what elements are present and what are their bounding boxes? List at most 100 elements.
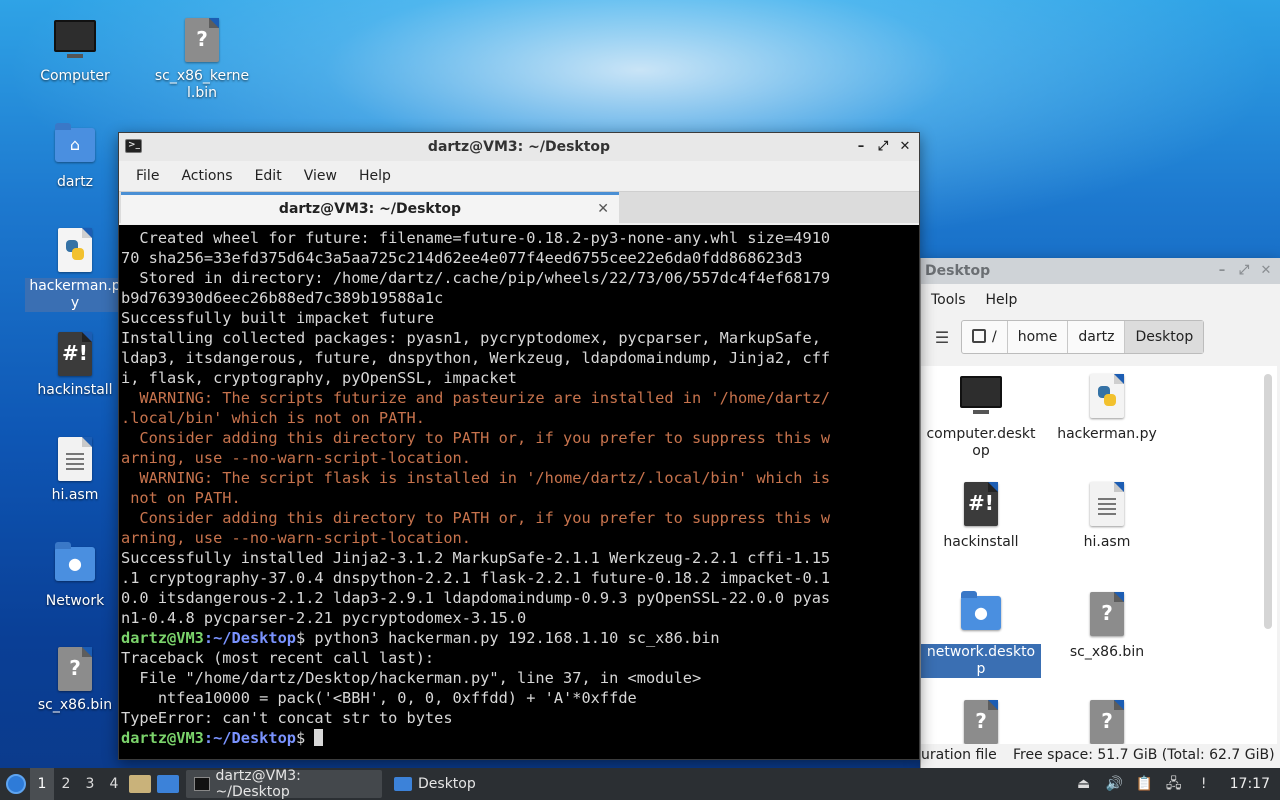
status-selection: uration file	[921, 747, 997, 763]
terminal-line: Traceback (most recent call last):	[121, 649, 435, 667]
maximize-icon[interactable]: ⤢	[875, 133, 891, 161]
terminal-line: 70 sha256=33efd375d64c3a5aa725c214d62ee4…	[121, 249, 803, 267]
terminal-window[interactable]: >_ dartz@VM3: ~/Desktop – ⤢ ✕ File Actio…	[118, 132, 920, 760]
file-item-hackerman-py[interactable]: hackerman.py	[1047, 374, 1167, 443]
prompt-suffix: $	[296, 629, 315, 647]
close-icon[interactable]: ✕	[897, 133, 913, 161]
terminal-tab[interactable]: dartz@VM3: ~/Desktop ✕	[121, 192, 619, 224]
terminal-warning-line: Consider adding this directory to PATH o…	[121, 509, 831, 527]
terminal-line: n1-0.4.8 pycparser-2.21 pycryptodomex-3.…	[121, 609, 527, 627]
desktop-icon-network[interactable]: ● Network	[25, 542, 125, 610]
eject-icon[interactable]: ⏏	[1076, 776, 1092, 792]
desktop-icon-computer[interactable]: Computer	[25, 18, 125, 85]
update-icon[interactable]: !	[1196, 776, 1212, 792]
file-manager-launcher-icon[interactable]	[129, 775, 151, 793]
app-menu-button[interactable]	[0, 768, 30, 800]
desktop-icon-label: Network	[45, 593, 105, 609]
volume-icon[interactable]: 🔊	[1106, 776, 1123, 792]
menu-edit[interactable]: Edit	[244, 168, 293, 184]
prompt-path: :~/Desktop	[203, 629, 296, 647]
prompt-suffix: $	[296, 729, 315, 747]
file-item-label: sc_x86.bin	[1069, 644, 1145, 660]
terminal-line: ntfea10000 = pack('<BBH', 0, 0, 0xffdd) …	[121, 689, 637, 707]
breadcrumb-home[interactable]: home	[1008, 321, 1069, 353]
home-folder-icon: ⌂	[51, 123, 99, 170]
terminal-icon	[194, 777, 210, 791]
terminal-warning-line: WARNING: The scripts futurize and pasteu…	[121, 389, 831, 407]
file-manager-window[interactable]: Desktop – ⤢ ✕ Tools Help ☰ / home dartz …	[920, 258, 1280, 768]
terminal-output[interactable]: Created wheel for future: filename=futur…	[119, 225, 919, 759]
menu-help[interactable]: Help	[348, 168, 402, 184]
taskbar-panel: 1 2 3 4 dartz@VM3: ~/Desktop Desktop ⏏ 🔊…	[0, 768, 1280, 800]
minimize-icon[interactable]: –	[1214, 258, 1230, 284]
terminal-line: Stored in directory: /home/dartz/.cache/…	[121, 269, 831, 287]
desktop-icon-hackinstall[interactable]: #! hackinstall	[25, 332, 125, 399]
minimize-icon[interactable]: –	[853, 133, 869, 161]
network-icon[interactable]: 🖧	[1166, 776, 1182, 792]
menu-help[interactable]: Help	[976, 292, 1028, 308]
terminal-warning-line: WARNING: The script flask is installed i…	[121, 469, 831, 487]
file-item-hi-asm[interactable]: hi.asm	[1047, 482, 1167, 551]
terminal-warning-line: arning, use --no-warn-script-location.	[121, 449, 471, 467]
file-item-label: computer.desktop	[926, 426, 1036, 459]
terminal-line: Successfully installed Jinja2-3.1.2 Mark…	[121, 549, 831, 567]
file-manager-menubar: Tools Help	[921, 284, 1280, 316]
file-item-label: hackerman.py	[1057, 426, 1157, 442]
close-tab-icon[interactable]: ✕	[597, 195, 609, 223]
terminal-titlebar[interactable]: >_ dartz@VM3: ~/Desktop – ⤢ ✕	[119, 133, 919, 161]
menu-tools[interactable]: Tools	[921, 292, 976, 308]
list-view-icon[interactable]: ☰	[929, 328, 955, 347]
desktop-icon-hi-asm[interactable]: hi.asm	[25, 437, 125, 504]
status-bar: uration file Free space: 51.7 GiB (Total…	[921, 744, 1280, 768]
file-item-network-desktop[interactable]: ● network.desktop	[921, 591, 1041, 678]
breadcrumb-dartz[interactable]: dartz	[1068, 321, 1126, 353]
clipboard-icon[interactable]: 📋	[1136, 776, 1153, 792]
file-item-sc-x86-bin[interactable]: ? sc_x86.bin	[1047, 592, 1167, 661]
file-item-hackinstall[interactable]: #! hackinstall	[921, 482, 1041, 551]
terminal-line: File "/home/dartz/Desktop/hackerman.py",…	[121, 669, 702, 687]
desktop-icon-dartz[interactable]: ⌂ dartz	[25, 123, 125, 191]
terminal-line: .1 cryptography-37.0.4 dnspython-2.2.1 f…	[121, 569, 831, 587]
show-desktop-icon[interactable]	[157, 775, 179, 793]
clock[interactable]: 17:17	[1230, 776, 1270, 792]
terminal-line: i, flask, cryptography, pyOpenSSL, impac…	[121, 369, 518, 387]
task-terminal[interactable]: dartz@VM3: ~/Desktop	[186, 768, 382, 800]
drive-icon	[972, 329, 986, 343]
terminal-warning-line: not on PATH.	[121, 489, 241, 507]
command-text: python3 hackerman.py 192.168.1.10 sc_x86…	[314, 629, 720, 647]
workspace-2[interactable]: 2	[54, 768, 78, 800]
prompt-user: dartz@VM3	[121, 629, 204, 647]
monitor-icon	[51, 18, 99, 64]
vertical-scrollbar[interactable]	[1264, 374, 1272, 629]
terminal-line: TypeError: can't concat str to bytes	[121, 709, 453, 727]
terminal-prompt-line[interactable]: dartz@VM3:~/Desktop$	[121, 728, 919, 748]
desktop-icon-hackerman[interactable]: hackerman.py	[25, 228, 125, 312]
file-item-computer-desktop[interactable]: computer.desktop	[921, 374, 1041, 460]
terminal-line: 0.0 itsdangerous-2.1.2 ldap3-2.9.1 ldapd…	[121, 589, 831, 607]
maximize-icon[interactable]: ⤢	[1236, 258, 1252, 284]
workspace-3[interactable]: 3	[78, 768, 102, 800]
menu-actions[interactable]: Actions	[170, 168, 243, 184]
desktop-icon-label: hi.asm	[51, 487, 99, 503]
breadcrumb-root[interactable]: /	[962, 321, 1008, 353]
desktop-icon-sc-x86-kernel[interactable]: ? sc_x86_kernel.bin	[152, 18, 252, 102]
workspace-4[interactable]: 4	[102, 768, 126, 800]
desktop-icon-sc-x86-bin[interactable]: ? sc_x86.bin	[25, 647, 125, 714]
workspace-1[interactable]: 1	[30, 768, 54, 800]
menu-file[interactable]: File	[125, 168, 170, 184]
unknown-file-icon: ?	[1083, 700, 1131, 746]
file-manager-titlebar[interactable]: Desktop – ⤢ ✕	[921, 258, 1280, 284]
terminal-warning-line: Consider adding this directory to PATH o…	[121, 429, 831, 447]
breadcrumb-desktop[interactable]: Desktop	[1125, 321, 1204, 353]
close-icon[interactable]: ✕	[1258, 258, 1274, 284]
menu-view[interactable]: View	[293, 168, 348, 184]
terminal-command-line: dartz@VM3:~/Desktop$ python3 hackerman.p…	[121, 628, 919, 648]
tab-label: dartz@VM3: ~/Desktop	[278, 201, 462, 217]
python-file-icon	[1083, 374, 1131, 420]
text-file-icon	[1083, 482, 1131, 528]
script-file-icon: #!	[51, 332, 99, 378]
task-file-manager[interactable]: Desktop	[386, 770, 484, 798]
unknown-file-icon: ?	[957, 700, 1005, 746]
window-title: dartz@VM3: ~/Desktop	[427, 139, 611, 155]
unknown-file-icon: ?	[178, 18, 226, 64]
